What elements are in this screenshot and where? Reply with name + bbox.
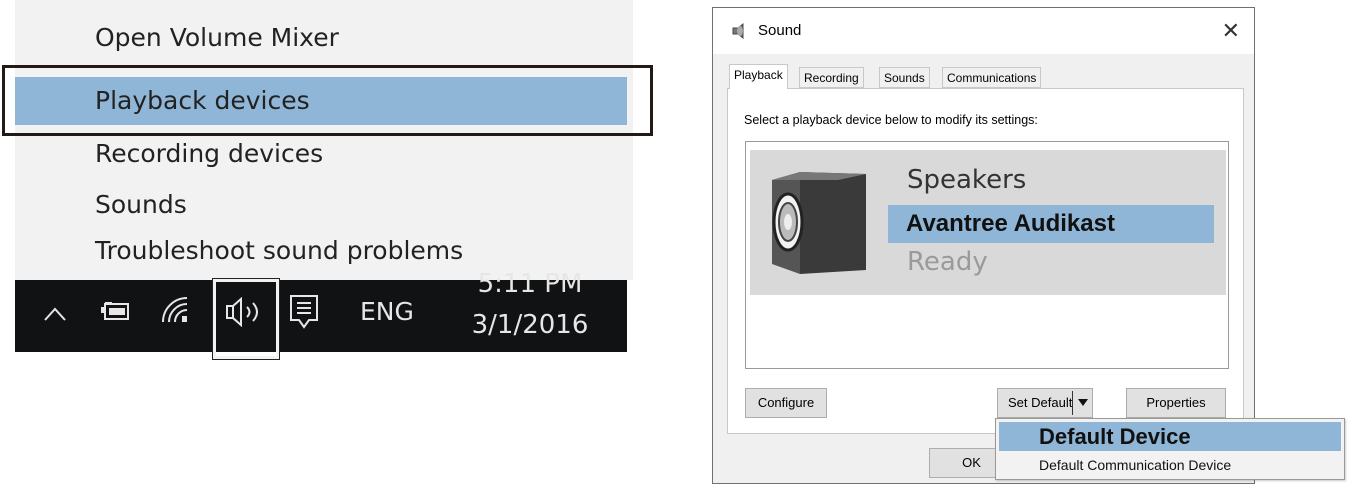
battery-icon[interactable] xyxy=(100,302,130,322)
set-default-button[interactable]: Set Default xyxy=(997,388,1093,418)
chevron-down-icon[interactable] xyxy=(1078,399,1088,407)
tab-communications[interactable]: Communications xyxy=(942,67,1042,88)
instruction-text: Select a playback device below to modify… xyxy=(744,113,1038,127)
callout-box-speaker-icon xyxy=(213,279,279,359)
sound-dialog: Sound ✕ Playback Recording Sounds Commun… xyxy=(712,7,1255,484)
menu-item-default-communication-device[interactable]: Default Communication Device xyxy=(999,453,1341,477)
close-icon[interactable]: ✕ xyxy=(1222,18,1240,44)
speaker-context-menu: Open Volume Mixer Playback devices Recor… xyxy=(15,0,633,280)
speaker-device-icon xyxy=(772,172,866,274)
properties-button[interactable]: Properties xyxy=(1126,388,1226,418)
tab-recording[interactable]: Recording xyxy=(799,67,864,88)
playback-panel: Select a playback device below to modify… xyxy=(727,88,1244,434)
clock-time[interactable]: 5:11 PM xyxy=(465,272,595,296)
device-list-item[interactable]: Speakers Avantree Audikast Ready xyxy=(750,150,1226,295)
language-indicator[interactable]: ENG xyxy=(360,297,414,326)
taskbar: ENG 5:11 PM 3/1/2016 xyxy=(15,272,627,352)
wifi-icon[interactable] xyxy=(160,296,192,326)
notification-icon[interactable] xyxy=(289,294,319,330)
configure-button[interactable]: Configure xyxy=(745,388,827,418)
menu-item-recording-devices[interactable]: Recording devices xyxy=(15,130,627,178)
menu-item-open-volume-mixer[interactable]: Open Volume Mixer xyxy=(15,14,627,62)
device-name: Speakers xyxy=(907,165,1027,195)
set-default-label: Set Default xyxy=(1008,395,1073,410)
callout-box-playback-devices xyxy=(2,65,653,136)
tab-playback[interactable]: Playback xyxy=(729,64,788,89)
device-list: Speakers Avantree Audikast Ready xyxy=(745,141,1229,369)
menu-item-sounds[interactable]: Sounds xyxy=(15,181,627,229)
sound-app-icon xyxy=(732,22,744,40)
device-description: Avantree Audikast xyxy=(888,205,1214,243)
set-default-divider xyxy=(1072,391,1073,415)
dialog-title: Sound xyxy=(758,22,802,39)
menu-item-default-device[interactable]: Default Device xyxy=(999,422,1341,451)
chevron-up-icon[interactable] xyxy=(43,306,67,322)
tab-sounds[interactable]: Sounds xyxy=(879,67,930,88)
clock-date[interactable]: 3/1/2016 xyxy=(465,310,595,340)
set-default-dropdown: Default Device Default Communication Dev… xyxy=(995,418,1345,480)
title-bar: Sound ✕ xyxy=(713,8,1254,54)
menu-item-troubleshoot[interactable]: Troubleshoot sound problems xyxy=(15,227,627,275)
device-status: Ready xyxy=(907,247,988,277)
